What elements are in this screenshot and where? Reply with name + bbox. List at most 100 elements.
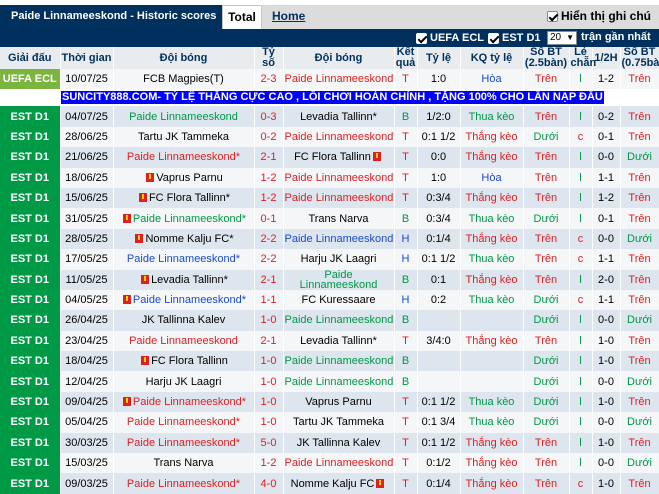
away-team-cell[interactable]: Paide Linnameeskond [283, 228, 395, 250]
away-team-cell[interactable]: Trans Narva [283, 208, 395, 229]
home-team-cell[interactable]: Paide Linnameeskond* [113, 391, 255, 413]
goals-half-cell-text: Trên [628, 294, 651, 307]
away-team-cell[interactable]: Paide Linnameeskond [283, 371, 395, 392]
table-row[interactable]: EST D1 30/03/25 Paide Linnameeskond* 5-0 JK … [0, 432, 659, 454]
away-team-cell[interactable]: Paide Linnameeskond [283, 187, 395, 209]
home-team-cell[interactable]: Levadia Tallinn* [113, 269, 255, 290]
half-score-cell-text: 0-0 [598, 416, 614, 429]
home-team-cell[interactable]: Paide Linnameeskond* [113, 208, 255, 229]
goals-cell-text: Trên [534, 192, 558, 205]
table-header: Giải đấu Thời gian Đội bóng Tỷ số Đội bó… [0, 47, 659, 69]
goals-half-cell: Trên [620, 330, 659, 352]
table-row[interactable]: UEFA ECL 10/07/25 FCB Magpies(T) 2-3 Paide L… [0, 69, 659, 90]
goals-cell: Trên [523, 147, 570, 168]
goals-cell-text: Dưới [533, 355, 559, 368]
away-team-cell[interactable]: Tartu JK Tammeka [283, 412, 395, 433]
league-cell: EST D1 [0, 167, 61, 188]
odd-even-cell-text: l [579, 355, 582, 368]
home-team-cell[interactable]: Vaprus Parnu [113, 167, 255, 188]
odd-even-cell: c [569, 228, 593, 250]
checkbox-icon[interactable] [488, 32, 499, 44]
table-row[interactable]: EST D1 21/06/25 Paide Linnameeskond* 2-1 FC … [0, 147, 659, 168]
score-cell-text: 1-0 [260, 314, 277, 327]
home-team-cell[interactable]: Paide Linnameeskond* [113, 147, 255, 168]
table-row[interactable]: EST D1 04/05/25 Paide Linnameeskond* 1-1 FC … [0, 289, 659, 311]
goals-cell-text: Dưới [533, 294, 559, 307]
away-team-cell[interactable]: Paide Linnameeskond* [283, 167, 395, 188]
odds-result-cell-text: Thắng kèo [465, 151, 518, 164]
date-cell-text: 28/05/25 [65, 232, 108, 245]
home-team-cell[interactable]: Paide Linnameeskond* [113, 289, 255, 311]
away-team-cell[interactable]: Levadia Tallinn* [283, 330, 395, 352]
away-team-cell[interactable]: Paide Linnameeskond* [283, 453, 395, 474]
odd-even-cell-text: l [579, 375, 582, 388]
score-cell-text: 1-1 [260, 294, 277, 307]
home-team-cell[interactable]: JK Tallinna Kalev [113, 310, 255, 331]
away-team-cell[interactable]: Nomme Kalju FC [283, 473, 395, 494]
filter-uefa-ecl[interactable]: UEFA ECL [416, 32, 484, 44]
home-team-cell[interactable]: Paide Linnameeskond* [113, 412, 255, 433]
away-team-cell[interactable]: Paide Linnameeskond* [283, 351, 395, 372]
checkbox-icon[interactable] [416, 32, 427, 44]
table-row[interactable]: EST D1 28/06/25 Tartu JK Tammeka 0-2 Paide L… [0, 126, 659, 148]
odd-even-cell: l [569, 432, 593, 454]
away-team-cell-text: JK Tallinna Kalev [296, 436, 381, 449]
show-notes-toggle[interactable]: Hiển thị ghi chú [547, 9, 651, 23]
table-row[interactable]: EST D1 11/05/25 Levadia Tallinn* 2-1 Paide L… [0, 269, 659, 290]
home-team-cell[interactable]: Trans Narva [113, 453, 255, 474]
odds-result-cell-text: Thắng kèo [465, 457, 518, 470]
date-cell: 30/03/25 [60, 432, 114, 454]
table-row[interactable]: EST D1 04/07/25 Paide Linnameeskond 0-3 Leva… [0, 106, 659, 127]
table-row[interactable]: EST D1 05/04/25 Paide Linnameeskond* 1-0 Tar… [0, 412, 659, 433]
table-row[interactable]: EST D1 15/03/25 Trans Narva 1-2 Paide Linnam… [0, 453, 659, 474]
tab-home[interactable]: Home [272, 9, 305, 23]
away-team-cell[interactable]: Paide Linnameeskond [283, 310, 395, 331]
table-row[interactable]: EST D1 12/04/25 Harju JK Laagri 1-0 Paide Li… [0, 371, 659, 392]
home-team-cell[interactable]: Paide Linnameeskond [113, 106, 255, 127]
home-team-cell[interactable]: Paide Linnameeskond* [113, 432, 255, 454]
away-team-cell[interactable]: Vaprus Parnu [283, 391, 395, 413]
ad-banner[interactable]: SUNCITY888.COM- TỶ LỆ THẮNG CỰC CAO , LỐ… [61, 91, 604, 105]
match-count-select[interactable]: 20 ▼ [547, 31, 577, 45]
table-row[interactable]: EST D1 09/04/25 Paide Linnameeskond* 1-0 Vap… [0, 391, 659, 413]
away-team-cell[interactable]: Paide Linnameeskond* [283, 126, 395, 148]
home-team-cell[interactable]: FC Flora Tallinn [113, 351, 255, 372]
away-team-cell[interactable]: Paide Linnameeskond* [283, 69, 395, 90]
away-team-cell[interactable]: Paide Linnameeskond [283, 269, 395, 290]
away-team-cell-text: Paide Linnameeskond [284, 232, 394, 245]
home-team-cell[interactable]: FCB Magpies(T) [113, 69, 255, 90]
result-cell-text: H [401, 232, 410, 245]
col-goals-half: Số BT (0.75bàn) [620, 46, 659, 69]
league-cell-text: EST D1 [10, 314, 49, 327]
filter-est-d1[interactable]: EST D1 [488, 32, 541, 44]
table-row[interactable]: EST D1 31/05/25 Paide Linnameeskond* 0-1 Tra… [0, 208, 659, 229]
home-team-cell[interactable]: FC Flora Tallinn* [113, 187, 255, 209]
away-team-cell[interactable]: FC Flora Tallinn [283, 147, 395, 168]
table-row[interactable]: EST D1 28/05/25 Nomme Kalju FC* 2-2 Paide Li… [0, 228, 659, 250]
odd-even-cell-text: l [579, 314, 582, 327]
score-cell: 1-2 [254, 453, 284, 474]
home-team-cell[interactable]: Harju JK Laagri [113, 371, 255, 392]
odd-even-cell-text: l [579, 110, 582, 123]
home-team-cell[interactable]: Paide Linnameeskond* [113, 249, 255, 270]
table-row[interactable]: EST D1 26/04/25 JK Tallinna Kalev 1-0 Paide … [0, 310, 659, 331]
table-row[interactable]: EST D1 15/06/25 FC Flora Tallinn* 1-2 Paide … [0, 187, 659, 209]
away-team-cell[interactable]: FC Kuressaare [283, 289, 395, 311]
table-row[interactable]: EST D1 23/04/25 Paide Linnameeskond 2-1 Leva… [0, 330, 659, 352]
home-team-cell[interactable]: Paide Linnameeskond [113, 330, 255, 352]
checkbox-icon[interactable] [547, 10, 558, 22]
goals-half-cell-text: Trên [628, 171, 651, 184]
home-team-cell[interactable]: Paide Linnameeskond* [113, 473, 255, 494]
home-team-cell[interactable]: Tartu JK Tammeka [113, 126, 255, 148]
odds-cell [417, 351, 461, 372]
away-team-cell[interactable]: Harju JK Laagri [283, 249, 395, 270]
table-row[interactable]: EST D1 09/03/25 Paide Linnameeskond* 4-0 Nom… [0, 473, 659, 494]
table-row[interactable]: EST D1 18/06/25 Vaprus Parnu 1-2 Paide Linna… [0, 167, 659, 188]
away-team-cell[interactable]: JK Tallinna Kalev [283, 432, 395, 454]
home-team-cell[interactable]: Nomme Kalju FC* [113, 228, 255, 250]
away-team-cell[interactable]: Levadia Tallinn* [283, 106, 395, 127]
table-row[interactable]: EST D1 17/05/25 Paide Linnameeskond* 2-2 Har… [0, 249, 659, 270]
tab-total[interactable]: Total [222, 5, 262, 29]
table-row[interactable]: EST D1 18/04/25 FC Flora Tallinn 1-0 Paide L… [0, 351, 659, 372]
date-cell: 09/03/25 [60, 473, 114, 494]
